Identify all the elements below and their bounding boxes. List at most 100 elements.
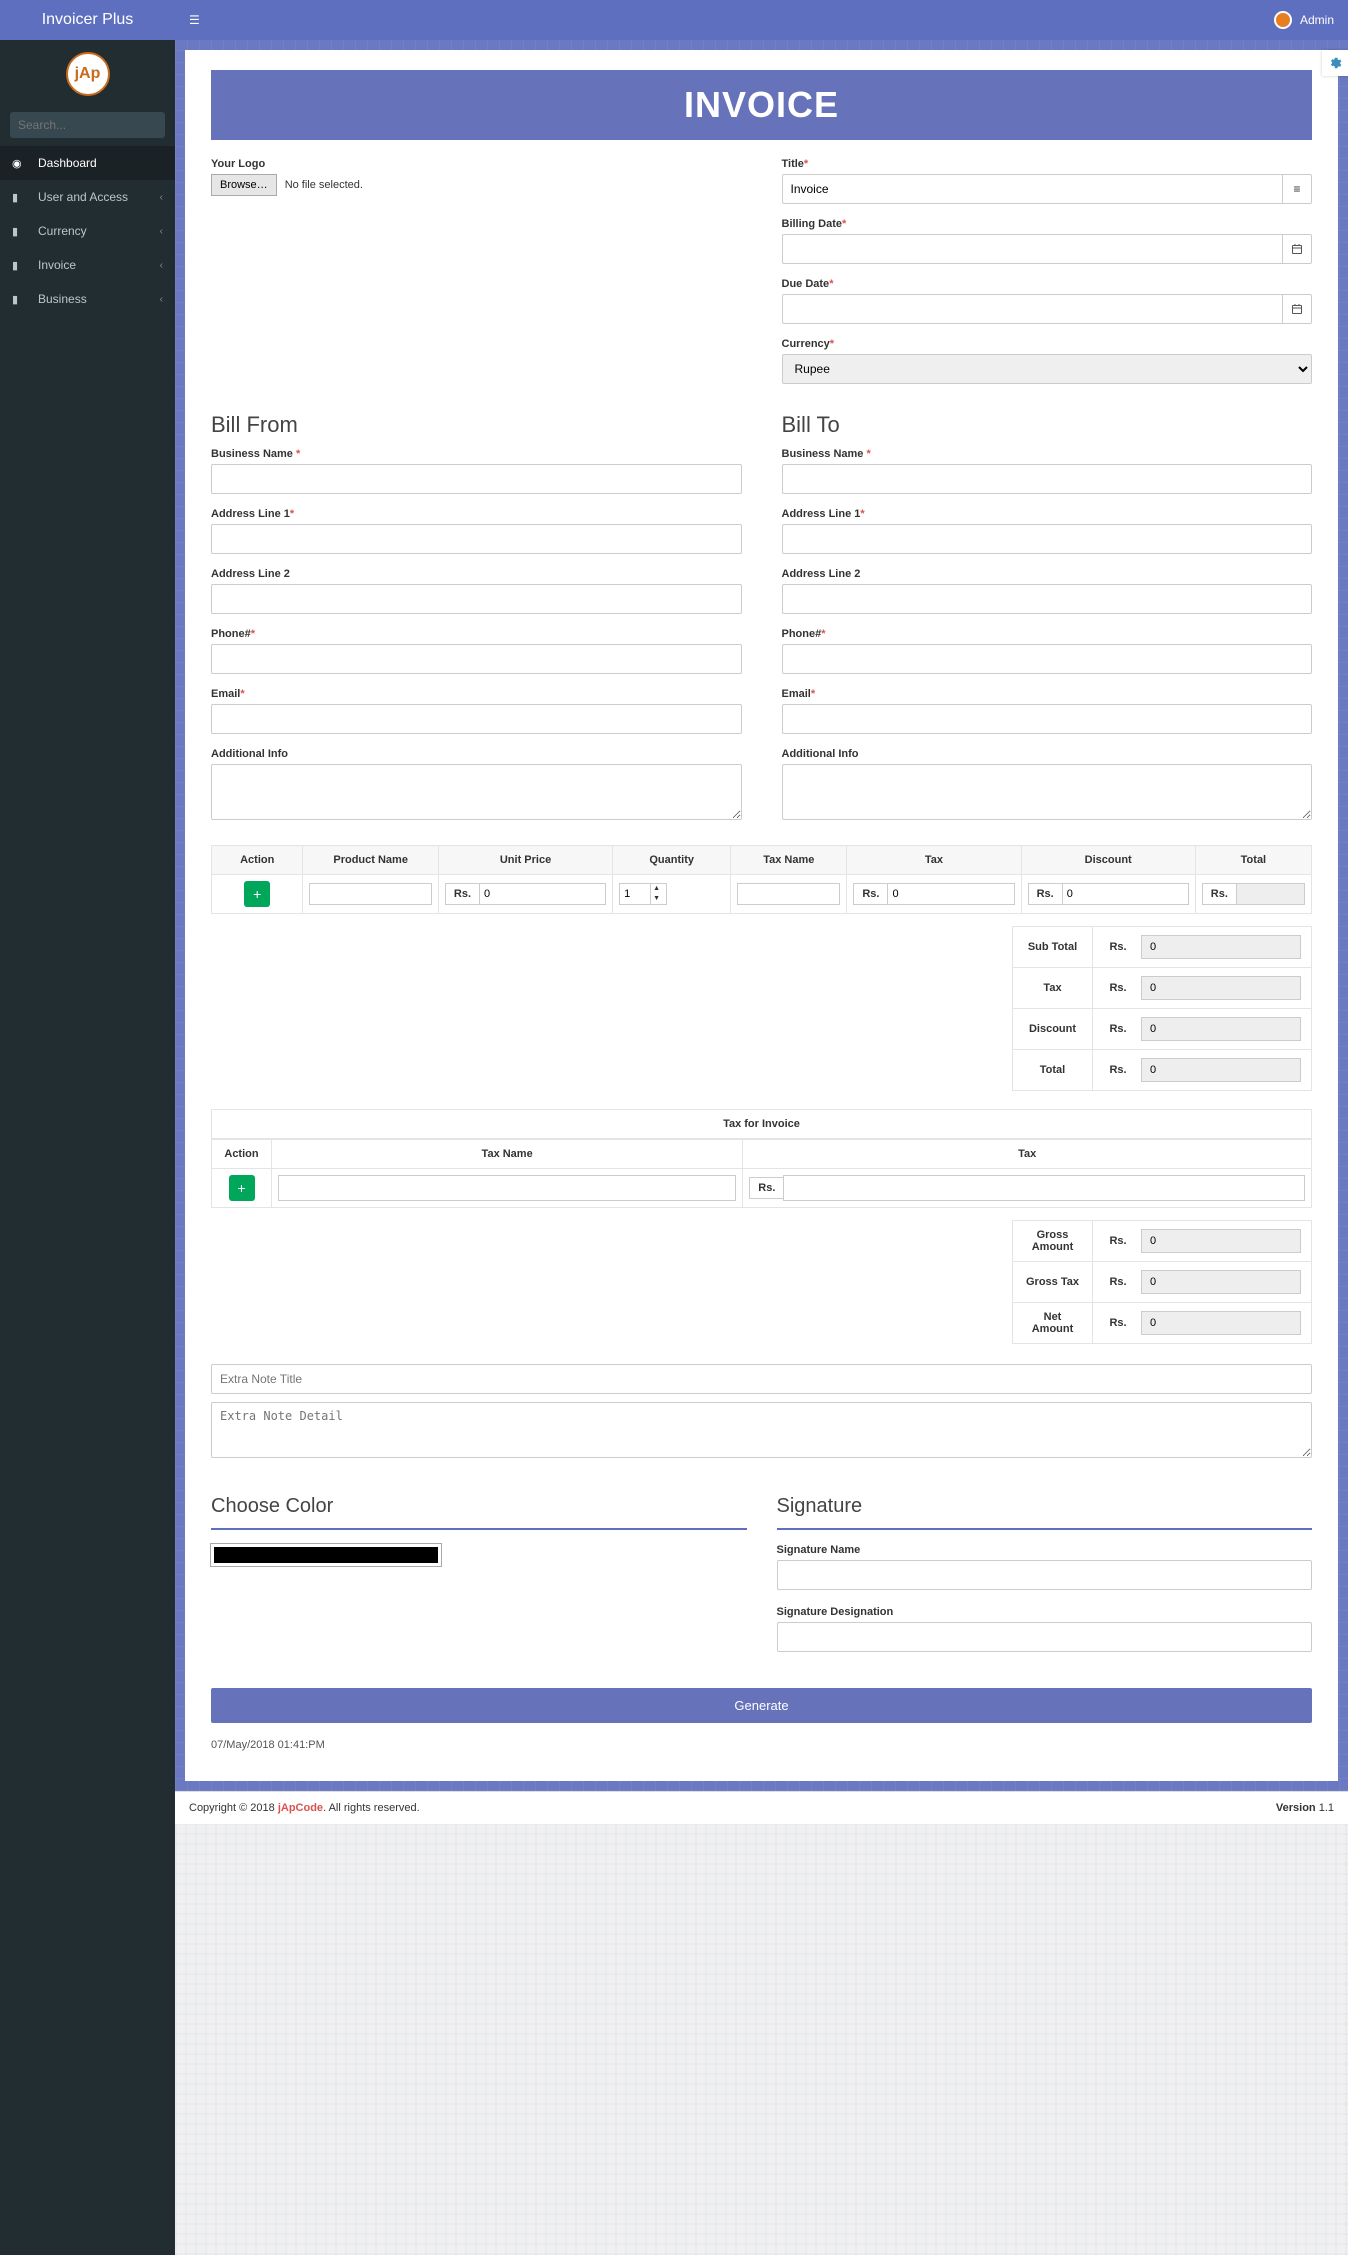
to-addl-label: Additional Info bbox=[782, 748, 1313, 760]
tax-col-tax: Tax bbox=[743, 1140, 1312, 1169]
gross-amount-value bbox=[1141, 1229, 1301, 1253]
tax-col-name: Tax Name bbox=[272, 1140, 743, 1169]
sig-name-label: Signature Name bbox=[777, 1544, 1313, 1556]
sidebar-item-business[interactable]: ▮ Business ‹ bbox=[0, 282, 175, 316]
to-addr2-label: Address Line 2 bbox=[782, 568, 1313, 580]
sidebar-item-currency[interactable]: ▮ Currency ‹ bbox=[0, 214, 175, 248]
due-date-input[interactable] bbox=[782, 294, 1283, 324]
invoice-paper: INVOICE Your Logo Browse… No file select… bbox=[185, 50, 1338, 1781]
chevron-left-icon: ‹ bbox=[160, 192, 163, 203]
gross-amount-label: Gross Amount bbox=[1013, 1221, 1093, 1262]
gross-tax-label: Gross Tax bbox=[1013, 1262, 1093, 1303]
menu-toggle-icon[interactable]: ☰ bbox=[189, 13, 200, 27]
sig-desig-input[interactable] bbox=[777, 1622, 1313, 1652]
sidebar-item-label: Dashboard bbox=[38, 156, 97, 170]
note-detail-input[interactable] bbox=[211, 1402, 1312, 1458]
avatar[interactable] bbox=[1274, 11, 1292, 29]
title-label: Title* bbox=[782, 158, 1313, 170]
to-addr2-input[interactable] bbox=[782, 584, 1313, 614]
folder-icon: ▮ bbox=[12, 225, 30, 238]
sig-name-input[interactable] bbox=[777, 1560, 1313, 1590]
calendar-icon[interactable] bbox=[1282, 294, 1312, 324]
user-name[interactable]: Admin bbox=[1300, 13, 1334, 27]
bill-to-heading: Bill To bbox=[782, 412, 1313, 438]
to-phone-input[interactable] bbox=[782, 644, 1313, 674]
unit-price-input[interactable] bbox=[479, 883, 606, 905]
brand-title: Invoicer Plus bbox=[0, 0, 175, 40]
currency-prefix: Rs. bbox=[853, 883, 887, 905]
file-status: No file selected. bbox=[285, 179, 363, 191]
step-up-icon[interactable]: ▲ bbox=[651, 884, 662, 894]
divider bbox=[777, 1528, 1313, 1530]
from-business-input[interactable] bbox=[211, 464, 742, 494]
summary-totals: Sub TotalRs. TaxRs. DiscountRs. TotalRs. bbox=[211, 926, 1312, 1091]
version-value: 1.1 bbox=[1319, 1802, 1334, 1814]
to-addr1-label: Address Line 1* bbox=[782, 508, 1313, 520]
choose-color-heading: Choose Color bbox=[211, 1495, 747, 1518]
to-business-input[interactable] bbox=[782, 464, 1313, 494]
col-total: Total bbox=[1195, 846, 1311, 875]
currency-prefix: Rs. bbox=[749, 1177, 783, 1199]
from-addr1-input[interactable] bbox=[211, 524, 742, 554]
folder-icon: ▮ bbox=[12, 191, 30, 204]
table-row: + Rs. ▲▼ Rs. Rs. bbox=[212, 875, 1312, 914]
from-phone-label: Phone#* bbox=[211, 628, 742, 640]
from-email-label: Email* bbox=[211, 688, 742, 700]
row-total-output bbox=[1236, 883, 1305, 905]
sidebar-item-label: Currency bbox=[38, 224, 87, 238]
currency-select[interactable]: Rupee bbox=[782, 354, 1313, 384]
discount-input[interactable] bbox=[1062, 883, 1189, 905]
col-product: Product Name bbox=[303, 846, 439, 875]
due-date-label: Due Date* bbox=[782, 278, 1313, 290]
sidebar-item-invoice[interactable]: ▮ Invoice ‹ bbox=[0, 248, 175, 282]
billing-date-input[interactable] bbox=[782, 234, 1283, 264]
col-unit-price: Unit Price bbox=[438, 846, 612, 875]
title-input[interactable] bbox=[782, 174, 1283, 204]
quantity-input[interactable] bbox=[620, 884, 650, 904]
title-menu-icon[interactable]: ≡ bbox=[1282, 174, 1312, 204]
add-item-button[interactable]: + bbox=[244, 881, 270, 907]
color-swatch[interactable] bbox=[211, 1544, 441, 1566]
from-phone-input[interactable] bbox=[211, 644, 742, 674]
currency-prefix: Rs. bbox=[1028, 883, 1062, 905]
discount-value bbox=[1141, 1017, 1301, 1041]
tax-row-value-input[interactable] bbox=[783, 1175, 1305, 1201]
sidebar-item-label: User and Access bbox=[38, 190, 128, 204]
to-email-input[interactable] bbox=[782, 704, 1313, 734]
net-amount-label: Net Amount bbox=[1013, 1303, 1093, 1344]
tax-input[interactable] bbox=[887, 883, 1014, 905]
footer-brand[interactable]: jApCode bbox=[278, 1802, 323, 1814]
sidebar-item-dashboard[interactable]: ◉ Dashboard bbox=[0, 146, 175, 180]
col-tax-name: Tax Name bbox=[731, 846, 847, 875]
step-down-icon[interactable]: ▼ bbox=[651, 894, 662, 904]
dashboard-icon: ◉ bbox=[12, 157, 30, 170]
from-addl-input[interactable] bbox=[211, 764, 742, 820]
tax-row-name-input[interactable] bbox=[278, 1175, 736, 1201]
tax-col-action: Action bbox=[212, 1140, 272, 1169]
sidebar-item-label: Business bbox=[38, 292, 87, 306]
tax-label: Tax bbox=[1013, 968, 1093, 1009]
to-addr1-input[interactable] bbox=[782, 524, 1313, 554]
add-tax-button[interactable]: + bbox=[229, 1175, 255, 1201]
quantity-stepper[interactable]: ▲▼ bbox=[619, 883, 667, 905]
search-input[interactable] bbox=[10, 112, 181, 138]
calendar-icon[interactable] bbox=[1282, 234, 1312, 264]
subtotal-label: Sub Total bbox=[1013, 927, 1093, 968]
settings-gear-icon[interactable] bbox=[1322, 50, 1348, 76]
browse-button[interactable]: Browse… bbox=[211, 174, 277, 196]
from-addr2-input[interactable] bbox=[211, 584, 742, 614]
col-quantity: Quantity bbox=[613, 846, 731, 875]
to-business-label: Business Name * bbox=[782, 448, 1313, 460]
tax-value bbox=[1141, 976, 1301, 1000]
note-title-input[interactable] bbox=[211, 1364, 1312, 1394]
folder-icon: ▮ bbox=[12, 259, 30, 272]
generate-button[interactable]: Generate bbox=[211, 1688, 1312, 1723]
product-name-input[interactable] bbox=[309, 883, 432, 905]
sidebar-item-user-access[interactable]: ▮ User and Access ‹ bbox=[0, 180, 175, 214]
subtotal-value bbox=[1141, 935, 1301, 959]
from-email-input[interactable] bbox=[211, 704, 742, 734]
to-addl-input[interactable] bbox=[782, 764, 1313, 820]
divider bbox=[211, 1528, 747, 1530]
grand-totals: Gross AmountRs. Gross TaxRs. Net AmountR… bbox=[211, 1220, 1312, 1344]
tax-name-input[interactable] bbox=[737, 883, 840, 905]
